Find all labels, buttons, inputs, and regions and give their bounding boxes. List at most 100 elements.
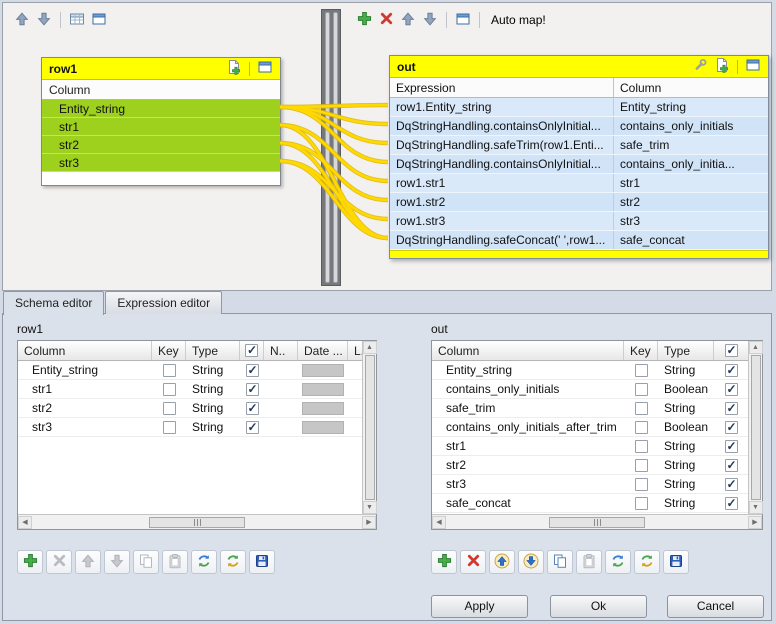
key-checkbox[interactable]	[163, 402, 176, 415]
add-column-button[interactable]	[223, 58, 245, 80]
add-row-button[interactable]	[431, 550, 457, 574]
schema-row[interactable]: safe_trim String	[432, 399, 748, 418]
output-row[interactable]: DqStringHandling.containsOnlyInitial...c…	[390, 117, 768, 136]
paste-button[interactable]	[162, 550, 188, 574]
scroll-down-icon[interactable]	[363, 501, 377, 514]
type-cell[interactable]: String	[658, 399, 714, 417]
type-cell[interactable]: String	[658, 361, 714, 379]
type-cell[interactable]: Boolean	[658, 418, 714, 436]
type-cell[interactable]: Boolean	[658, 380, 714, 398]
export-schema-button[interactable]	[663, 550, 689, 574]
move-down-button[interactable]	[33, 9, 55, 31]
copy-button[interactable]	[133, 550, 159, 574]
type-cell[interactable]: String	[186, 380, 240, 398]
schema-row[interactable]: Entity_string String	[432, 361, 748, 380]
output-row[interactable]: row1.str1str1	[390, 174, 768, 193]
add-column-button[interactable]	[711, 56, 733, 78]
schema-row[interactable]: Entity_string String	[18, 361, 362, 380]
column-name-cell[interactable]: contains_only_initials	[432, 380, 624, 398]
column-name-cell[interactable]: str1	[18, 380, 152, 398]
scroll-right-icon[interactable]	[748, 516, 762, 529]
key-checkbox[interactable]	[635, 383, 648, 396]
label-cell[interactable]	[348, 399, 362, 417]
column-cell[interactable]: contains_only_initials	[614, 117, 768, 135]
key-checkbox[interactable]	[635, 364, 648, 377]
scrollbar-thumb[interactable]	[751, 355, 761, 500]
column-cell[interactable]: safe_concat	[614, 231, 768, 249]
paste-button[interactable]	[576, 550, 602, 574]
output-row[interactable]: DqStringHandling.safeConcat(' ',row1...s…	[390, 231, 768, 250]
splitter-sash[interactable]	[321, 9, 341, 286]
nullable-checkbox[interactable]	[725, 478, 738, 491]
expression-cell[interactable]: row1.str3	[390, 212, 614, 230]
key-checkbox[interactable]	[635, 478, 648, 491]
schema-row[interactable]: safe_concat String	[432, 494, 748, 513]
nullable-checkbox[interactable]	[246, 421, 259, 434]
key-checkbox[interactable]	[163, 364, 176, 377]
expression-cell[interactable]: DqStringHandling.safeConcat(' ',row1...	[390, 231, 614, 249]
key-checkbox[interactable]	[635, 459, 648, 472]
type-cell[interactable]: String	[658, 437, 714, 455]
key-checkbox[interactable]	[635, 497, 648, 510]
column-cell[interactable]: contains_only_initia...	[614, 155, 768, 173]
copy-button[interactable]	[547, 550, 573, 574]
type-cell[interactable]: String	[658, 494, 714, 512]
remove-output-button[interactable]	[375, 9, 397, 31]
nullable-checkbox[interactable]	[725, 383, 738, 396]
column-cell[interactable]: str1	[614, 174, 768, 192]
remove-row-button[interactable]	[460, 550, 486, 574]
column-name-cell[interactable]: Entity_string	[432, 361, 624, 379]
table-window-button[interactable]	[254, 58, 276, 80]
move-down-button[interactable]	[104, 550, 130, 574]
sash-handle[interactable]	[325, 12, 330, 283]
input-row[interactable]: str1	[42, 118, 280, 136]
column-name-cell[interactable]: str1	[432, 437, 624, 455]
column-cell[interactable]: Entity_string	[614, 98, 768, 116]
scrollbar-thumb[interactable]	[365, 355, 375, 500]
scroll-up-icon[interactable]	[363, 341, 377, 354]
vertical-scrollbar[interactable]	[362, 341, 376, 514]
schema-row[interactable]: str1 String	[18, 380, 362, 399]
length-cell[interactable]	[264, 380, 298, 398]
key-checkbox[interactable]	[635, 402, 648, 415]
column-name-cell[interactable]: Entity_string	[18, 361, 152, 379]
length-cell[interactable]	[264, 399, 298, 417]
length-cell[interactable]	[264, 418, 298, 436]
column-name-cell[interactable]: str2	[18, 399, 152, 417]
output-table-titlebar[interactable]: out	[390, 56, 768, 78]
nullable-checkbox[interactable]	[246, 364, 259, 377]
expression-cell[interactable]: DqStringHandling.containsOnlyInitial...	[390, 117, 614, 135]
label-cell[interactable]	[348, 361, 362, 379]
cancel-button[interactable]: Cancel	[667, 595, 764, 618]
column-name-cell[interactable]: str3	[432, 475, 624, 493]
table-window-button[interactable]	[742, 56, 764, 78]
column-name-cell[interactable]: str3	[18, 418, 152, 436]
key-checkbox[interactable]	[635, 440, 648, 453]
settings-button[interactable]	[689, 56, 711, 78]
schema-row[interactable]: contains_only_initials_after_trim Boolea…	[432, 418, 748, 437]
expression-window-button[interactable]	[452, 9, 474, 31]
expression-window-button[interactable]	[88, 9, 110, 31]
scroll-right-icon[interactable]	[362, 516, 376, 529]
schema-row[interactable]: str1 String	[432, 437, 748, 456]
scrollbar-thumb[interactable]	[149, 517, 245, 528]
input-row[interactable]: Entity_string	[42, 100, 280, 118]
add-row-button[interactable]	[17, 550, 43, 574]
scroll-down-icon[interactable]	[749, 501, 763, 514]
apply-button[interactable]: Apply	[431, 595, 528, 618]
key-checkbox[interactable]	[635, 421, 648, 434]
column-cell[interactable]: str2	[614, 193, 768, 211]
input-row[interactable]: str3	[42, 154, 280, 172]
expression-cell[interactable]: DqStringHandling.safeTrim(row1.Enti...	[390, 136, 614, 154]
schema-row[interactable]: str2 String	[18, 399, 362, 418]
move-down-button[interactable]	[419, 9, 441, 31]
move-up-button[interactable]	[397, 9, 419, 31]
vertical-scrollbar[interactable]	[748, 341, 762, 514]
move-down-button[interactable]	[518, 550, 544, 574]
column-name-cell[interactable]: str2	[432, 456, 624, 474]
nullable-select-all-checkbox[interactable]	[725, 344, 738, 357]
remove-row-button[interactable]	[46, 550, 72, 574]
expression-cell[interactable]: row1.str1	[390, 174, 614, 192]
tab-schema-editor[interactable]: Schema editor	[3, 291, 104, 315]
column-cell[interactable]: safe_trim	[614, 136, 768, 154]
